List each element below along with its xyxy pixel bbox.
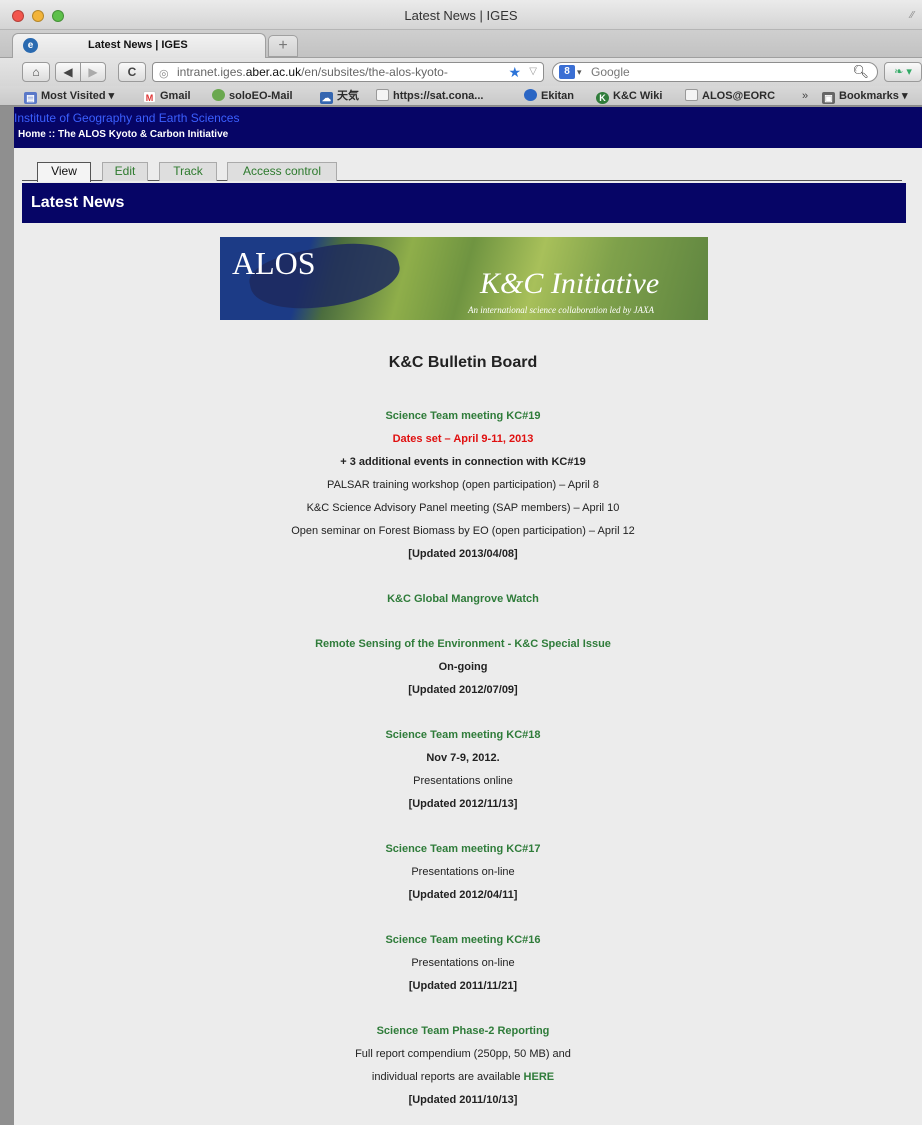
home-button[interactable]: ⌂: [22, 62, 50, 82]
bookmark-gmail[interactable]: M Gmail: [143, 88, 191, 104]
phase2-availability-text: individual reports are available: [371, 1071, 524, 1083]
bulletin-board: K&C Bulletin Board Science Team meeting …: [14, 351, 912, 1112]
bookmark-sat-cona[interactable]: https://sat.cona...: [376, 88, 483, 104]
browser-tab-title: Latest News | IGES: [88, 39, 188, 51]
globe-favicon-icon: e: [23, 38, 38, 53]
extension-button[interactable]: ❧ ▾: [884, 62, 922, 82]
tab-access-control[interactable]: Access control: [227, 162, 337, 181]
bookmark-weather[interactable]: ☁ 天気: [320, 88, 359, 104]
bookmark-alos-eorc[interactable]: ALOS@EORC: [685, 88, 775, 104]
search-input[interactable]: Google: [591, 63, 630, 81]
kc17-updated: [Updated 2012/04/11]: [408, 889, 518, 901]
bookmark-kc-wiki[interactable]: K K&C Wiki: [596, 88, 662, 104]
bookmark-most-visited[interactable]: ▤ Most Visited ▾: [24, 88, 114, 104]
rse-status: On-going: [438, 661, 488, 673]
url-bar[interactable]: ◎ intranet.iges.aber.ac.uk/en/subsites/t…: [152, 62, 544, 82]
bookmarks-menu-button[interactable]: ▣ Bookmarks ▾: [822, 88, 908, 104]
browser-tab[interactable]: e Latest News | IGES: [12, 33, 266, 58]
kc16-note: Presentations on-line: [411, 957, 515, 969]
search-engine-icon[interactable]: 8: [559, 65, 575, 79]
reload-icon: C: [127, 65, 137, 79]
wiki-icon: K: [596, 92, 609, 104]
kc18-updated: [Updated 2012/11/13]: [408, 798, 518, 810]
browser-tab-bar: e Latest News | IGES +: [0, 30, 922, 58]
banner-tagline: An international science collaboration l…: [468, 305, 654, 315]
bookmarks-toolbar: ▤ Most Visited ▾ M Gmail soloEO-Mail ☁ 天気 h…: [0, 86, 922, 106]
kc19-updated: [Updated 2013/04/08]: [408, 548, 518, 560]
breadcrumb[interactable]: Home :: The ALOS Kyoto & Carbon Initiati…: [18, 129, 228, 140]
kc19-event: PALSAR training workshop (open participa…: [327, 479, 599, 491]
home-icon: ⌂: [32, 65, 40, 79]
bulletin-heading: K&C Bulletin Board: [388, 354, 538, 371]
kc18-title-link[interactable]: Science Team meeting KC#18: [14, 724, 912, 747]
mangrove-watch-link[interactable]: K&C Global Mangrove Watch: [14, 588, 912, 611]
banner-initiative-text: K&C Initiative: [480, 267, 660, 300]
alos-kc-banner: ALOS K&C Initiative An international sci…: [220, 237, 708, 320]
bookmarks-icon: ▣: [822, 92, 835, 104]
tab-view[interactable]: View: [37, 162, 91, 182]
site-name-link[interactable]: Institute of Geography and Earth Science…: [14, 111, 239, 125]
kc18-dates: Nov 7-9, 2012.: [426, 752, 500, 764]
kc17-title-link[interactable]: Science Team meeting KC#17: [14, 838, 912, 861]
bookmark-star-icon[interactable]: ★: [508, 63, 521, 81]
bookmark-soloeo-mail[interactable]: soloEO-Mail: [212, 88, 293, 104]
phase2-here-link[interactable]: HERE: [524, 1071, 555, 1083]
tab-edit[interactable]: Edit: [102, 162, 148, 181]
phase2-description: Full report compendium (250pp, 50 MB) an…: [355, 1048, 571, 1060]
ekitan-icon: [524, 89, 537, 101]
search-icon[interactable]: 🔍︎: [852, 63, 869, 81]
back-arrow-icon: ◀: [63, 65, 73, 79]
forward-button[interactable]: ▶: [80, 62, 106, 82]
banner-alos-text: ALOS: [232, 245, 316, 281]
rse-updated: [Updated 2012/07/09]: [408, 684, 518, 696]
kc19-title-link[interactable]: Science Team meeting KC#19: [14, 405, 912, 428]
site-header: Institute of Geography and Earth Science…: [14, 107, 922, 148]
forward-arrow-icon: ▶: [88, 65, 98, 79]
search-bar[interactable]: 8 ▾ Google 🔍︎: [552, 62, 878, 82]
weather-icon: ☁: [320, 92, 333, 104]
mail-icon: [212, 89, 225, 101]
page-title-bar: Latest News: [22, 183, 906, 223]
gmail-icon: M: [143, 91, 156, 103]
window-title: Latest News | IGES: [404, 8, 518, 23]
kc16-updated: [Updated 2011/11/21]: [408, 980, 518, 992]
phase2-availability: individual reports are available HERE: [14, 1066, 912, 1089]
phase2-title-link[interactable]: Science Team Phase-2 Reporting: [14, 1020, 912, 1043]
window-titlebar: Latest News | IGES ⁄⁄: [0, 0, 922, 30]
kc17-note: Presentations on-line: [411, 866, 515, 878]
kc19-additional: + 3 additional events in connection with…: [340, 456, 586, 468]
bookmarks-overflow-button[interactable]: »: [802, 88, 808, 104]
kc19-event: Open seminar on Forest Biomass by EO (op…: [291, 525, 635, 537]
page-title: Latest News: [31, 194, 125, 211]
most-visited-icon: ▤: [24, 92, 37, 104]
page-icon: [376, 89, 389, 101]
bookmark-ekitan[interactable]: Ekitan: [524, 88, 574, 104]
window-resize-icon[interactable]: ⁄⁄: [911, 10, 914, 21]
new-tab-button[interactable]: +: [268, 35, 298, 57]
back-button[interactable]: ◀: [55, 62, 81, 82]
page-icon: [685, 89, 698, 101]
navigation-toolbar: ⌂ ◀ ▶ C ◎ intranet.iges.aber.ac.uk/en/su…: [0, 58, 922, 86]
reload-button[interactable]: C: [118, 62, 146, 82]
kc19-event: K&C Science Advisory Panel meeting (SAP …: [306, 502, 620, 514]
page-tabs: View Edit Track Access control: [22, 159, 902, 182]
tab-track[interactable]: Track: [159, 162, 217, 181]
kc18-note: Presentations online: [413, 775, 513, 787]
phase2-updated: [Updated 2011/10/13]: [408, 1094, 518, 1106]
url-text: intranet.iges.aber.ac.uk/en/subsites/the…: [177, 65, 448, 79]
kc19-dates: Dates set – April 9-11, 2013: [392, 433, 534, 445]
rse-special-issue-link[interactable]: Remote Sensing of the Environment - K&C …: [14, 633, 912, 656]
site-identity-icon: ◎: [159, 68, 169, 80]
page-viewport: Institute of Geography and Earth Science…: [14, 107, 922, 1125]
chevron-down-icon: ▾: [577, 67, 582, 77]
history-dropdown-icon[interactable]: ▽: [529, 63, 537, 81]
kc16-title-link[interactable]: Science Team meeting KC#16: [14, 929, 912, 952]
